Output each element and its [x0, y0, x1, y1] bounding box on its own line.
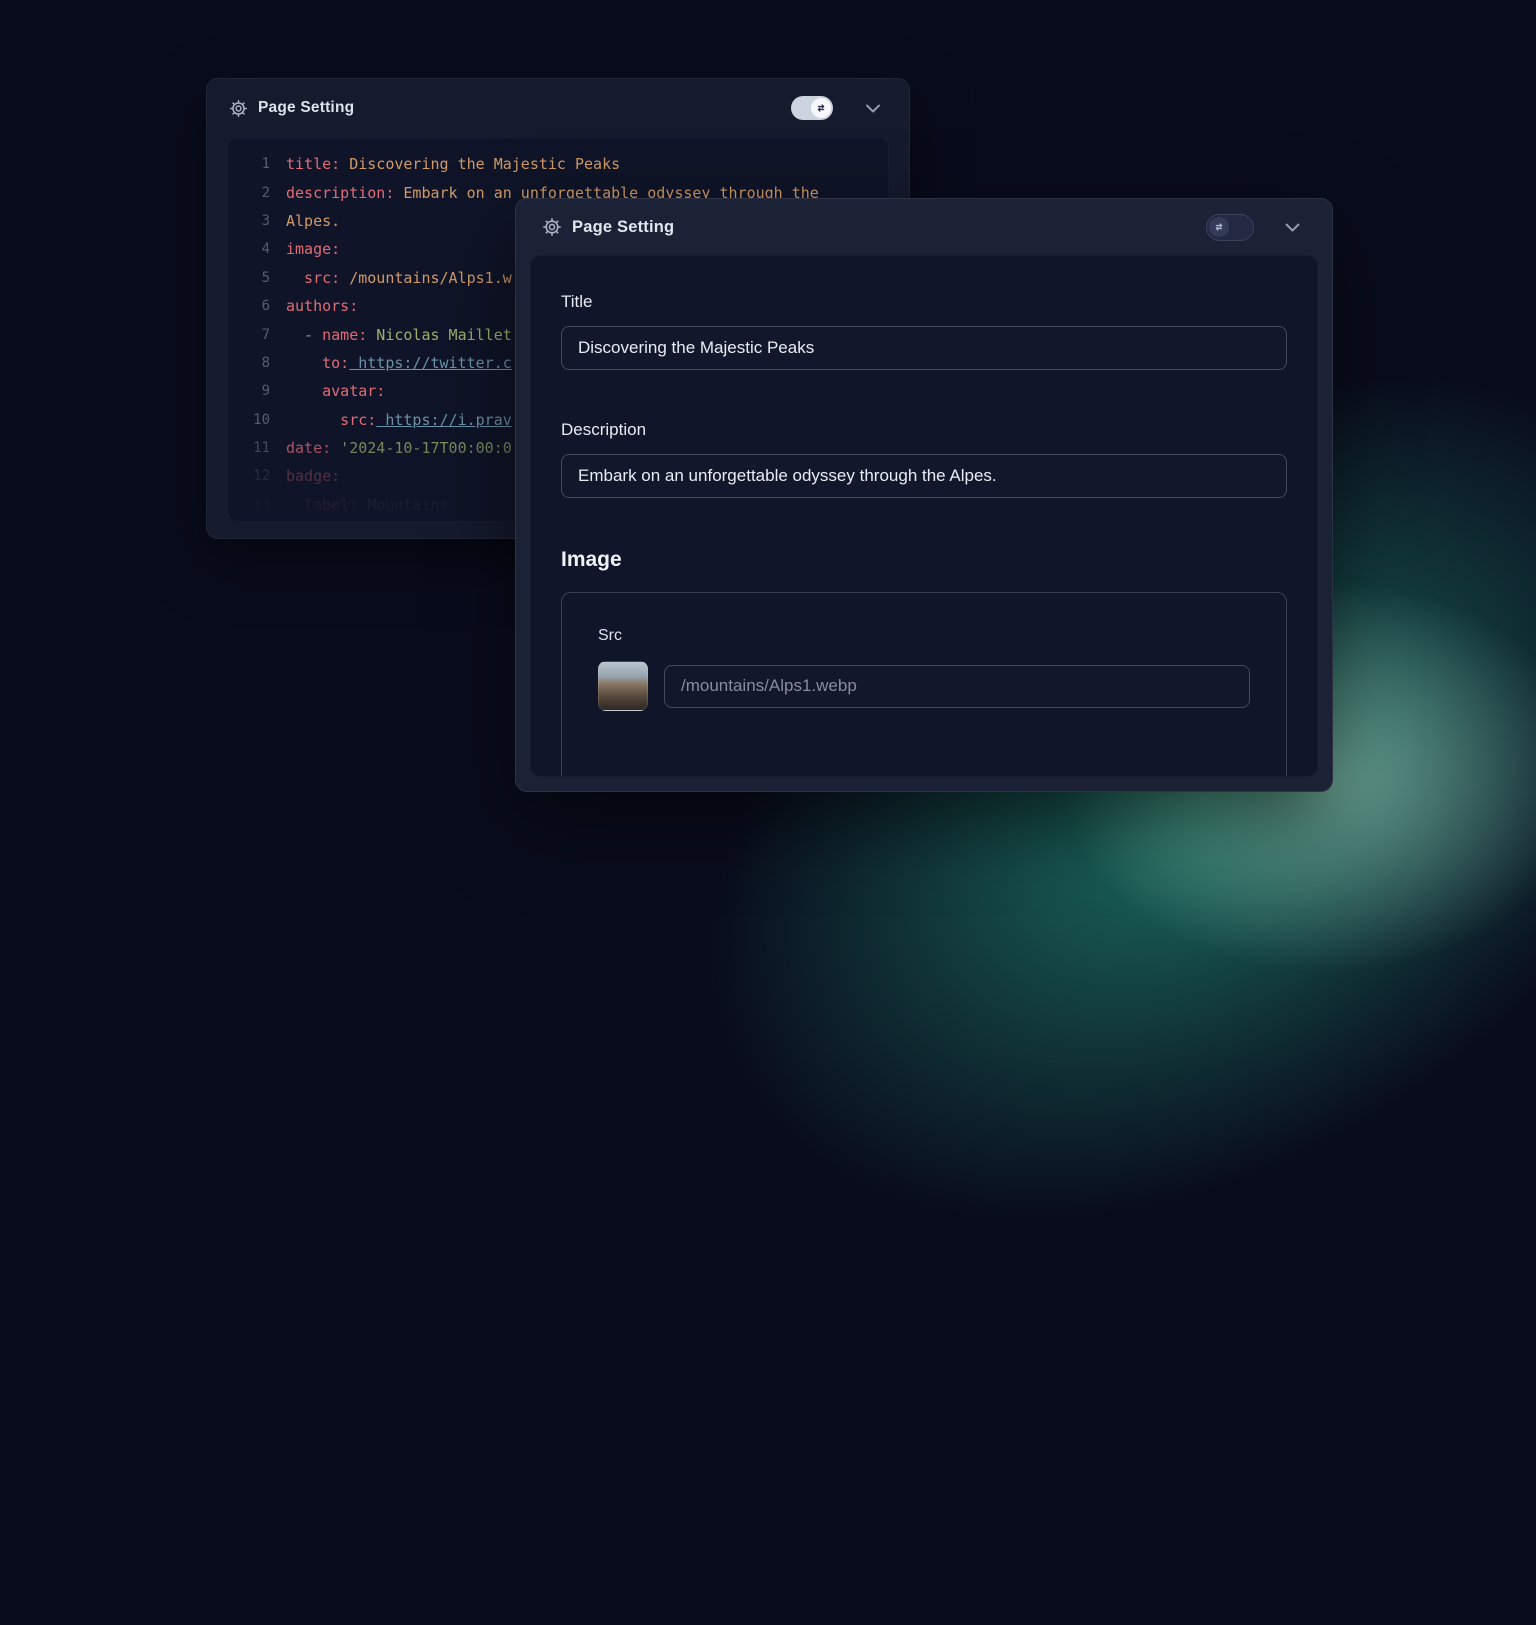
- editor-mode-toggle[interactable]: [1206, 214, 1254, 241]
- swap-icon: [1213, 221, 1225, 233]
- image-thumbnail[interactable]: [598, 661, 648, 711]
- title-label: Title: [561, 292, 1287, 312]
- image-section-heading: Image: [561, 548, 1287, 572]
- gear-icon: [542, 217, 562, 237]
- editor-mode-toggle[interactable]: [791, 96, 833, 120]
- description-input[interactable]: [561, 454, 1287, 498]
- page-setting-form-panel: Page Setting Title Description Image Src: [515, 198, 1333, 792]
- src-input[interactable]: [664, 665, 1250, 708]
- collapse-chevron[interactable]: [1278, 213, 1306, 241]
- panel-title: Page Setting: [572, 218, 674, 237]
- form-body: Title Description Image Src: [530, 255, 1318, 777]
- panel-title: Page Setting: [258, 99, 354, 117]
- title-field-group: Title: [561, 292, 1287, 370]
- description-label: Description: [561, 420, 1287, 440]
- code-line: 1title: Discovering the Majestic Peaks: [242, 150, 888, 178]
- form-panel-header: Page Setting: [516, 199, 1332, 255]
- toggle-knob: [1209, 217, 1229, 237]
- title-input[interactable]: [561, 326, 1287, 370]
- src-row: [598, 661, 1250, 711]
- swap-icon: [815, 102, 827, 114]
- collapse-chevron[interactable]: [859, 94, 887, 122]
- gear-icon: [229, 99, 248, 118]
- src-label: Src: [598, 627, 1250, 645]
- toggle-knob: [811, 98, 831, 118]
- image-card: Src: [561, 592, 1287, 777]
- description-field-group: Description: [561, 420, 1287, 498]
- yaml-panel-header: Page Setting: [207, 79, 909, 137]
